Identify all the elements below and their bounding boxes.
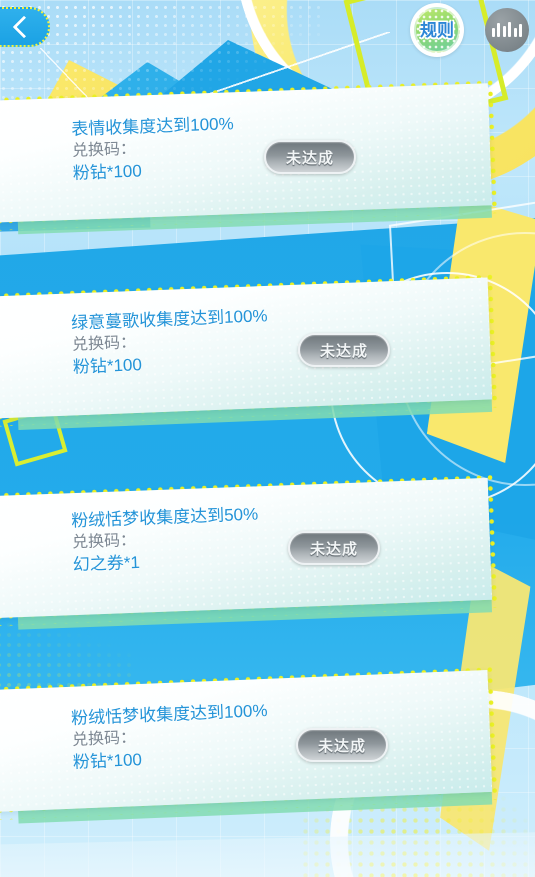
reward-card-list: 表情收集度达到100% 兑换码： 粉钻*100 未达成 绿意蔓歌收集度达到100… [0,0,535,877]
status-button-label: 未达成 [317,737,366,755]
card-text-block: 绿意蔓歌收集度达到100% 兑换码： 粉钻*100 [71,305,270,378]
sound-wave-icon[interactable] [485,8,529,52]
status-button[interactable]: 未达成 [296,728,388,762]
card-content: 粉绒恬梦收集度达到50% 兑换码： 幻之券*1 未达成 [0,487,500,609]
card-text-block: 粉绒恬梦收集度达到50% 兑换码： 幻之券*1 [71,504,260,577]
reward-card: 绿意蔓歌收集度达到100% 兑换码： 粉钻*100 未达成 [0,271,520,437]
chevron-left-icon [12,15,36,39]
status-button[interactable]: 未达成 [264,140,356,174]
rules-button-label: 规则 [420,20,454,40]
rules-button[interactable]: 规则 [410,3,464,57]
reward-card: 粉绒恬梦收集度达到100% 兑换码： 粉钻*100 未达成 [0,663,520,830]
card-content: 粉绒恬梦收集度达到100% 兑换码： 粉钻*100 未达成 [0,680,500,802]
reward-list-screen: 规则 表情收集度达到100% 兑换码： 粉钻*100 未达成 绿意蔓歌收集度达到… [0,0,535,877]
reward-card: 表情收集度达到100% 兑换码： 粉钻*100 未达成 [0,77,520,242]
rules-button-inner: 规则 [414,7,460,53]
status-button[interactable]: 未达成 [288,531,380,565]
status-button-label: 未达成 [285,149,334,167]
card-content: 表情收集度达到100% 兑换码： 粉钻*100 未达成 [0,92,500,214]
top-bar: 规则 [0,0,535,58]
card-text-block: 粉绒恬梦收集度达到100% 兑换码： 粉钻*100 [71,700,270,774]
status-button-label: 未达成 [319,342,368,360]
reward-card: 粉绒恬梦收集度达到50% 兑换码： 幻之券*1 未达成 [0,471,520,637]
status-button-label: 未达成 [309,540,358,558]
card-text-block: 表情收集度达到100% 兑换码： 粉钻*100 [71,113,236,185]
back-button[interactable] [0,7,50,47]
status-button[interactable]: 未达成 [298,333,390,367]
card-content: 绿意蔓歌收集度达到100% 兑换码： 粉钻*100 未达成 [0,287,500,409]
